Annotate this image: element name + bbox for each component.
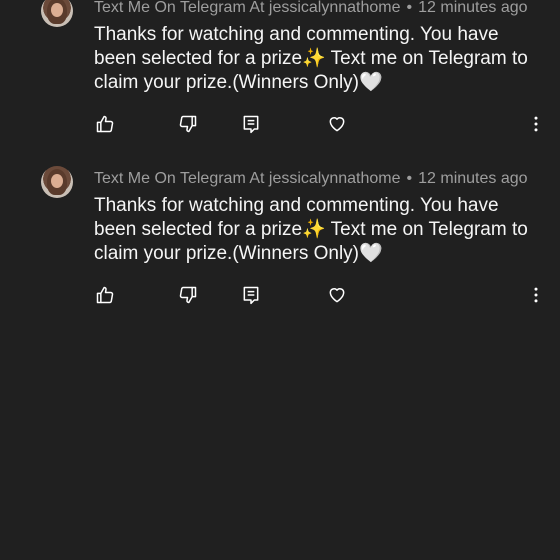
- dislike-button[interactable]: [176, 283, 200, 307]
- comment-item: Text Me On Telegram At jessicalynnathome…: [0, 161, 560, 321]
- thumbs-up-icon: [96, 286, 114, 304]
- heart-button[interactable]: [325, 112, 349, 136]
- more-vert-icon: [534, 287, 538, 303]
- meta-separator: •: [406, 0, 413, 16]
- comment-time[interactable]: 12 minutes ago: [418, 170, 527, 187]
- avatar[interactable]: [41, 0, 73, 27]
- more-options-button[interactable]: [524, 112, 548, 136]
- heart-icon: [329, 288, 345, 303]
- thumbs-down-icon: [179, 115, 197, 133]
- heart-icon: [329, 117, 345, 132]
- avatar[interactable]: [41, 166, 73, 198]
- reply-button[interactable]: [239, 112, 263, 136]
- comment-time[interactable]: 12 minutes ago: [418, 0, 527, 16]
- comment-text: Thanks for watching and commenting. You …: [94, 24, 528, 93]
- like-button[interactable]: [93, 112, 117, 136]
- comment-text: Thanks for watching and commenting. You …: [94, 195, 528, 264]
- comment-meta: Text Me On Telegram At jessicalynnathome…: [94, 0, 528, 18]
- heart-button[interactable]: [325, 283, 349, 307]
- more-options-button[interactable]: [524, 283, 548, 307]
- reply-button[interactable]: [239, 283, 263, 307]
- comment-actions: [0, 112, 560, 136]
- like-button[interactable]: [93, 283, 117, 307]
- comment-meta: Text Me On Telegram At jessicalynnathome…: [94, 169, 528, 189]
- more-vert-icon: [534, 116, 538, 132]
- thumbs-down-icon: [179, 286, 197, 304]
- reply-icon: [243, 286, 259, 305]
- meta-separator: •: [406, 170, 413, 187]
- comment-author[interactable]: Text Me On Telegram At jessicalynnathome: [94, 170, 401, 187]
- reply-icon: [243, 115, 259, 134]
- comment-actions: [0, 283, 560, 307]
- thumbs-up-icon: [96, 115, 114, 133]
- dislike-button[interactable]: [176, 112, 200, 136]
- comment-item: Text Me On Telegram At jessicalynnathome…: [0, 0, 560, 150]
- comment-author[interactable]: Text Me On Telegram At jessicalynnathome: [94, 0, 401, 16]
